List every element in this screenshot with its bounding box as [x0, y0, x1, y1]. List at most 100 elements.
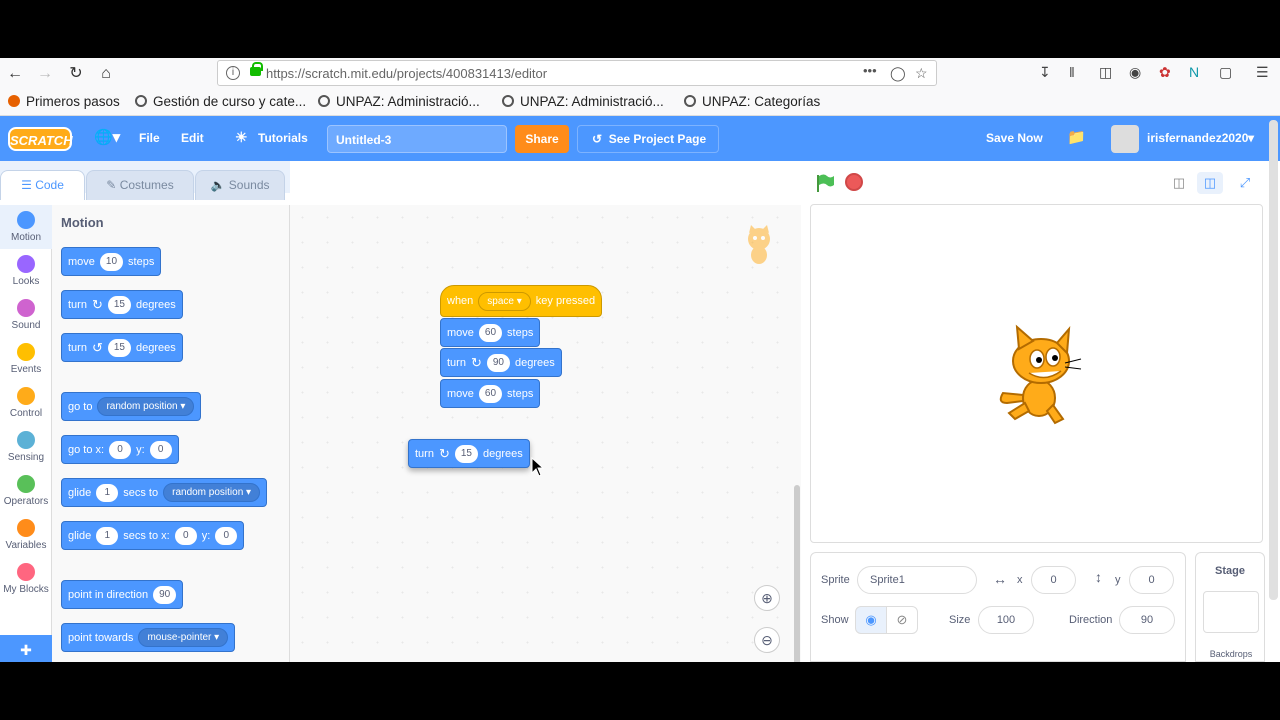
scratch-logo[interactable]: SCRATCH	[8, 127, 73, 151]
chevron-down-icon[interactable]: ▾	[1248, 131, 1254, 145]
direction-input[interactable]: 90	[1119, 606, 1175, 634]
tab-costumes[interactable]: ✎ Costumes	[86, 170, 194, 200]
category-operators[interactable]: Operators	[0, 469, 52, 513]
hamburger-menu-icon[interactable]: ☰	[1256, 64, 1269, 81]
block-move[interactable]: move 10 steps	[61, 247, 162, 276]
page-actions-icon[interactable]: •••	[863, 63, 877, 78]
save-now-button[interactable]: Save Now	[986, 131, 1043, 145]
script-scrollbar[interactable]	[794, 485, 800, 662]
category-events[interactable]: Events	[0, 337, 52, 381]
extension-box-icon[interactable]: ▢	[1219, 64, 1232, 81]
large-stage-icon[interactable]: ◫	[1197, 172, 1223, 194]
block-turn-left[interactable]: turn ↺ 15 degrees	[61, 333, 183, 362]
file-menu[interactable]: File	[139, 131, 160, 145]
category-motion[interactable]: Motion	[0, 205, 52, 249]
block-input[interactable]: 15	[107, 338, 131, 357]
block-point-direction[interactable]: point in direction 90	[61, 580, 184, 609]
bookmark-item[interactable]: UNPAZ: Administració...	[318, 94, 480, 109]
block-dropdown[interactable]: mouse-pointer ▾	[138, 628, 229, 647]
url-text[interactable]: https://scratch.mit.edu/projects/4008314…	[266, 66, 547, 81]
forward-icon[interactable]: →	[34, 63, 56, 85]
pocket-icon[interactable]: ◯	[890, 65, 906, 82]
tab-code[interactable]: ☰ Code	[0, 170, 85, 200]
category-my-blocks[interactable]: My Blocks	[0, 557, 52, 601]
see-project-page-button[interactable]: ↺ See Project Page	[577, 125, 719, 153]
block-glide-to[interactable]: glide 1 secs to random position ▾	[61, 478, 268, 507]
username[interactable]: irisfernandez2020	[1147, 131, 1248, 145]
block-input[interactable]: 1	[96, 526, 119, 545]
show-visible-icon[interactable]: ◉	[855, 606, 887, 634]
extension-icon[interactable]: ✿	[1159, 64, 1171, 81]
bookmark-star-icon[interactable]: ☆	[915, 65, 928, 82]
block-dropdown[interactable]: random position ▾	[97, 397, 195, 416]
block-input[interactable]: 15	[454, 444, 478, 463]
category-sound[interactable]: Sound	[0, 293, 52, 337]
block-goto[interactable]: go to random position ▾	[61, 392, 202, 421]
page-scrollbar[interactable]	[1269, 120, 1278, 600]
block-input[interactable]: 0	[149, 440, 172, 459]
stage-thumbnail[interactable]	[1203, 591, 1259, 633]
library-icon[interactable]: ‖	[1069, 64, 1075, 80]
category-looks[interactable]: Looks	[0, 249, 52, 293]
block-move[interactable]: move 60 steps	[440, 318, 541, 347]
block-input[interactable]: 0	[215, 526, 238, 545]
sprite-name-input[interactable]: Sprite1	[857, 566, 977, 594]
block-input[interactable]: 90	[486, 353, 510, 372]
hide-icon[interactable]: ⊘	[886, 606, 918, 634]
extension-n-icon[interactable]: N	[1189, 64, 1199, 80]
avatar[interactable]	[1111, 125, 1139, 153]
block-move[interactable]: move 60 steps	[440, 379, 541, 408]
block-input[interactable]: 15	[107, 295, 131, 314]
tab-sounds[interactable]: 🔈 Sounds	[195, 170, 285, 200]
bookmark-item[interactable]: UNPAZ: Administració...	[502, 94, 664, 109]
block-input[interactable]: 10	[99, 252, 124, 271]
block-turn-right[interactable]: turn ↻ 90 degrees	[440, 348, 562, 377]
tutorials-menu[interactable]: Tutorials	[258, 131, 308, 145]
stage-canvas[interactable]	[810, 204, 1263, 543]
small-stage-icon[interactable]: ◫	[1166, 172, 1192, 194]
bookmark-item[interactable]: Gestión de curso y cate...	[135, 94, 306, 109]
url-bar[interactable]: i https://scratch.mit.edu/projects/40083…	[217, 60, 937, 86]
bookmark-item[interactable]: UNPAZ: Categorías	[684, 94, 820, 109]
downloads-icon[interactable]: ↧	[1039, 64, 1051, 81]
zoom-out-icon[interactable]: ⊖	[754, 627, 780, 653]
block-turn-right[interactable]: turn ↻ 15 degrees	[61, 290, 183, 319]
cat-sprite[interactable]	[989, 323, 1085, 427]
folder-icon[interactable]: 📁	[1067, 128, 1086, 146]
category-variables[interactable]: Variables	[0, 513, 52, 557]
back-icon[interactable]: ←	[4, 63, 26, 85]
green-flag-icon[interactable]	[815, 173, 835, 193]
zoom-in-icon[interactable]: ⊕	[754, 585, 780, 611]
block-input[interactable]: 0	[174, 526, 197, 545]
block-glide-xy[interactable]: glide 1 secs to x: 0 y: 0	[61, 521, 245, 550]
category-control[interactable]: Control	[0, 381, 52, 425]
share-button[interactable]: Share	[515, 125, 569, 153]
y-input[interactable]: 0	[1129, 566, 1174, 594]
bookmark-item[interactable]: Primeros pasos	[8, 94, 120, 109]
home-icon[interactable]: ⌂	[95, 63, 117, 85]
sidebar-icon[interactable]: ◫	[1099, 64, 1112, 81]
block-dropdown[interactable]: space ▾	[478, 291, 531, 311]
block-point-towards[interactable]: point towards mouse-pointer ▾	[61, 623, 236, 652]
stage-selector[interactable]: Stage Backdrops	[1195, 552, 1265, 662]
stop-icon[interactable]	[845, 173, 863, 191]
block-input[interactable]: 90	[153, 585, 177, 604]
block-input[interactable]: 60	[478, 323, 503, 342]
x-input[interactable]: 0	[1031, 566, 1076, 594]
block-dropdown[interactable]: random position ▾	[163, 483, 261, 502]
block-input[interactable]: 1	[96, 483, 119, 502]
globe-icon[interactable]: 🌐▾	[94, 128, 120, 146]
info-icon[interactable]: i	[226, 66, 240, 80]
account-icon[interactable]: ◉	[1129, 64, 1141, 81]
script-area[interactable]: when space ▾ key pressed move 60 steps turn ↻…	[290, 205, 801, 662]
block-input[interactable]: 60	[478, 384, 503, 403]
block-when-key-pressed[interactable]: when space ▾ key pressed	[440, 285, 603, 317]
edit-menu[interactable]: Edit	[181, 131, 204, 145]
reload-icon[interactable]: ↻	[65, 63, 87, 85]
add-extension-button[interactable]: ✚	[0, 635, 52, 662]
fullscreen-icon[interactable]: ⤢	[1232, 172, 1258, 194]
project-title-input[interactable]: Untitled-3	[327, 125, 507, 153]
block-goto-xy[interactable]: go to x: 0 y: 0	[61, 435, 179, 464]
block-turn-right-dragging[interactable]: turn ↻ 15 degrees	[408, 439, 530, 468]
category-sensing[interactable]: Sensing	[0, 425, 52, 469]
